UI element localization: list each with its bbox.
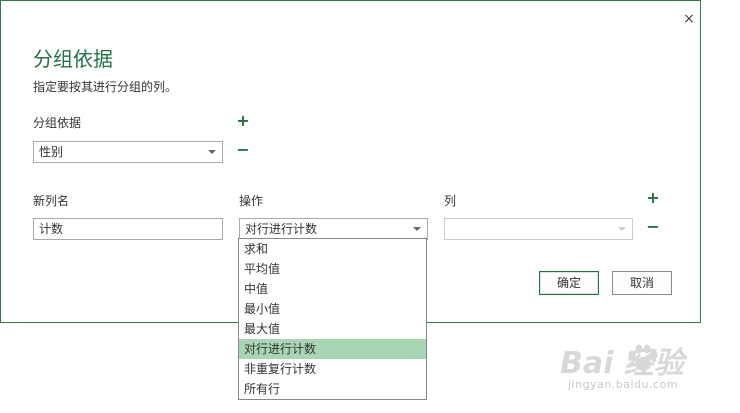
- remove-grouping-minus-icon[interactable]: −: [236, 142, 250, 158]
- chevron-down-icon: [208, 150, 216, 154]
- add-grouping-plus-icon[interactable]: +: [236, 113, 250, 129]
- operation-dropdown-list: 求和 平均值 中值 最小值 最大值 对行进行计数 非重复行计数 所有行: [238, 238, 427, 400]
- dropdown-option-max[interactable]: 最大值: [239, 319, 426, 339]
- new-column-name-input[interactable]: 计数: [33, 218, 223, 240]
- dialog-subtitle: 指定要按其进行分组的列。: [33, 80, 178, 94]
- dropdown-option-count-rows[interactable]: 对行进行计数: [239, 339, 426, 359]
- column-select[interactable]: [444, 218, 633, 240]
- dropdown-option-median[interactable]: 中值: [239, 279, 426, 299]
- group-by-select[interactable]: 性别: [33, 141, 223, 163]
- operation-select-value: 对行进行计数: [245, 222, 318, 236]
- chevron-down-icon: [618, 227, 626, 231]
- dropdown-option-average[interactable]: 平均值: [239, 259, 426, 279]
- dropdown-option-count-distinct[interactable]: 非重复行计数: [239, 359, 426, 379]
- operation-header: 操作: [239, 194, 264, 208]
- dropdown-option-min[interactable]: 最小值: [239, 299, 426, 319]
- column-header: 列: [444, 194, 457, 208]
- paw-icon: [628, 344, 658, 371]
- close-icon[interactable]: ×: [682, 11, 696, 27]
- baidu-jingyan-watermark: Bai 经验 jingyan.baidu.com: [560, 338, 720, 398]
- group-by-select-value: 性别: [39, 145, 64, 159]
- remove-aggregation-minus-icon[interactable]: −: [646, 219, 660, 235]
- dropdown-option-sum[interactable]: 求和: [239, 239, 426, 259]
- watermark-url: jingyan.baidu.com: [568, 378, 679, 391]
- group-by-label: 分组依据: [33, 116, 82, 130]
- chevron-down-icon: [413, 227, 421, 231]
- add-aggregation-plus-icon[interactable]: +: [646, 190, 660, 206]
- dialog-title: 分组依据: [33, 47, 113, 71]
- dropdown-option-all-rows[interactable]: 所有行: [239, 379, 426, 399]
- ok-button[interactable]: 确定: [539, 271, 599, 295]
- new-column-name-header: 新列名: [33, 194, 70, 208]
- operation-select[interactable]: 对行进行计数: [239, 218, 428, 240]
- cancel-button[interactable]: 取消: [612, 271, 672, 295]
- watermark-logo-text: Bai 经验: [560, 346, 684, 381]
